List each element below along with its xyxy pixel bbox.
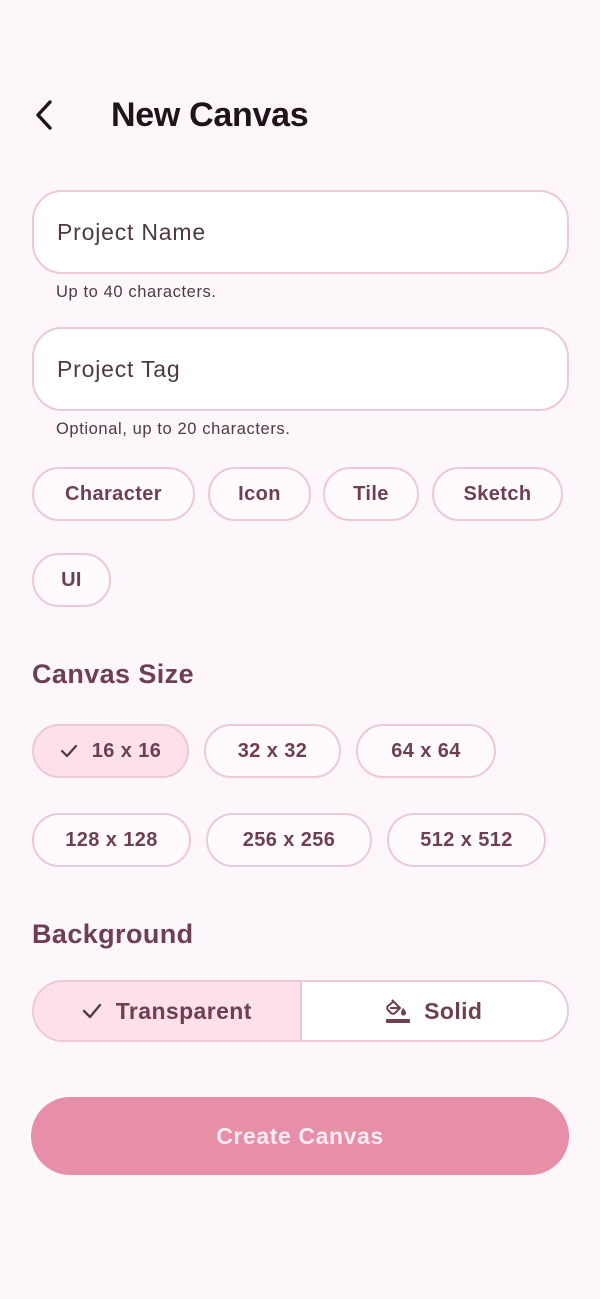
background-solid-option[interactable]: Solid: [299, 982, 568, 1040]
size-chip-16[interactable]: 16 x 16: [32, 724, 189, 778]
paint-bucket-icon: [386, 998, 411, 1024]
segment-label: Transparent: [115, 997, 252, 1024]
project-tag-input[interactable]: [57, 355, 567, 383]
chip-label: Character: [65, 482, 162, 505]
chip-label: Sketch: [463, 482, 532, 505]
tag-chip-character[interactable]: Character: [32, 467, 195, 521]
new-canvas-screen: New Canvas Up to 40 characters. Optional…: [0, 0, 600, 1299]
size-chip-512[interactable]: 512 x 512: [387, 813, 546, 867]
size-chip-64[interactable]: 64 x 64: [356, 724, 496, 778]
chevron-left-icon: [31, 97, 57, 138]
canvas-size-title: Canvas Size: [32, 659, 194, 689]
chip-label: Tile: [353, 482, 389, 505]
tag-chip-ui[interactable]: UI: [32, 553, 111, 607]
app-bar: New Canvas: [0, 84, 600, 150]
chip-label: 512 x 512: [420, 828, 513, 851]
chip-label: 256 x 256: [242, 828, 336, 851]
size-chip-32[interactable]: 32 x 32: [204, 724, 341, 778]
project-tag-helper: Optional, up to 20 characters.: [56, 420, 291, 438]
project-name-field[interactable]: [32, 190, 569, 274]
chip-label: UI: [61, 568, 82, 591]
tag-chip-sketch[interactable]: Sketch: [432, 467, 563, 521]
chip-label: Icon: [238, 482, 281, 505]
check-icon: [60, 744, 78, 758]
tag-chip-tile[interactable]: Tile: [323, 467, 419, 521]
chip-label: 128 x 128: [65, 828, 158, 851]
project-name-input[interactable]: [57, 218, 567, 246]
project-tag-field[interactable]: [32, 327, 569, 411]
background-segmented-control: Transparent Solid: [32, 980, 569, 1042]
size-chip-256[interactable]: 256 x 256: [206, 813, 372, 867]
background-title: Background: [32, 919, 194, 949]
page-title: New Canvas: [111, 96, 309, 134]
chip-label: 64 x 64: [391, 739, 461, 762]
chip-label: 32 x 32: [237, 739, 308, 762]
check-icon: [82, 1003, 102, 1019]
chip-label: 16 x 16: [91, 739, 162, 762]
project-name-helper: Up to 40 characters.: [56, 283, 217, 301]
background-transparent-option[interactable]: Transparent: [34, 982, 300, 1040]
segment-label: Solid: [424, 997, 483, 1024]
tag-chip-icon[interactable]: Icon: [208, 467, 311, 521]
create-canvas-button[interactable]: Create Canvas: [31, 1097, 569, 1175]
size-chip-128[interactable]: 128 x 128: [32, 813, 191, 867]
back-button[interactable]: [22, 92, 66, 142]
